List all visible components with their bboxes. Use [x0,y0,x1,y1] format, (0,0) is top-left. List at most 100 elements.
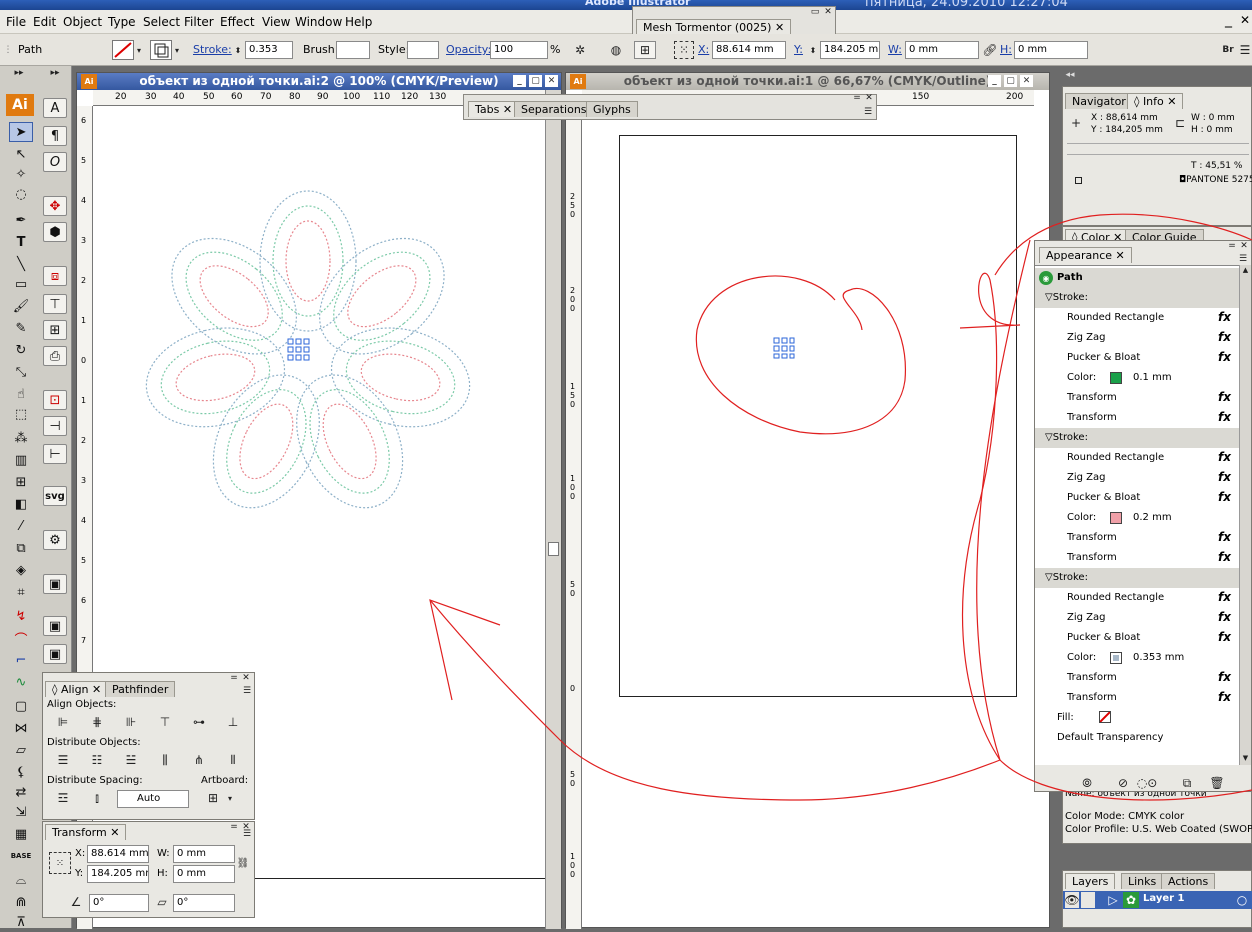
menu-filter[interactable]: Filter [184,15,214,29]
horizontal-spacing-icon[interactable]: ⫾ [87,789,107,807]
distribute-center-icon[interactable]: ☷ [87,751,107,769]
lasso-icon[interactable]: ◌ [9,184,33,204]
guide-tool-icon[interactable]: ⊤ [43,294,67,314]
opacity-label[interactable]: Opacity: [446,43,491,56]
grid-tool-icon[interactable]: ▦ [9,824,33,844]
panel-menu-icon[interactable]: ☰ [239,685,255,697]
gear-icon[interactable]: ⚙ [43,530,67,550]
tab-transform[interactable]: Transform ✕ [45,824,127,840]
envelope-tool-icon[interactable]: ⌓ [9,870,33,890]
stroke-color-swatch[interactable] [1110,512,1122,524]
minimize-icon[interactable]: _ [513,75,526,87]
fx-icon[interactable]: fx [1218,410,1231,424]
align-to-artboard-icon[interactable]: ⊞ [203,789,223,807]
distort-tool-icon[interactable]: ⋈ [9,718,33,738]
panel-menu-icon[interactable]: ☰ [1238,41,1252,59]
area-type-icon[interactable]: A [43,98,67,118]
close-icon[interactable]: ✕ [822,7,834,17]
reflect-tool-icon[interactable]: ⇄ [9,782,33,802]
collapse-triangle-icon[interactable]: ▽Stroke: [1045,292,1088,303]
pencil-icon[interactable]: ✎ [9,318,33,338]
marker-icon[interactable]: ⊡ [43,390,67,410]
minimize-icon[interactable]: = [229,822,239,832]
tab-links[interactable]: Links [1121,873,1164,889]
effect-row[interactable]: Rounded Rectangle fx [1035,308,1239,328]
warp-tool-icon[interactable]: ☝ [9,384,33,404]
reference-point-icon[interactable]: ⁙ [674,41,694,59]
tab-info[interactable]: ◊ Info ✕ [1127,93,1184,109]
effect-row[interactable]: Zig Zag fx [1035,608,1239,628]
fx-icon[interactable]: fx [1218,630,1231,644]
paragraph-icon[interactable]: ¶ [43,126,67,146]
blend-tool-icon[interactable]: ⧉ [9,538,33,558]
lock-toggle[interactable] [1081,892,1095,908]
crop-tool-icon[interactable]: ⌗ [9,582,33,602]
menu-file[interactable]: File [6,15,26,29]
w-field[interactable]: 0 mm [905,41,979,59]
minimize-icon[interactable]: = [1227,241,1237,251]
menu-object[interactable]: Object [63,15,102,29]
fx-icon[interactable]: fx [1218,330,1231,344]
effect-row[interactable]: Transform fx [1035,668,1239,688]
chevron-down-icon[interactable]: ▾ [134,42,144,58]
fx-icon[interactable]: fx [1218,310,1231,324]
effect-row[interactable]: Transform fx [1035,528,1239,548]
fx-icon[interactable]: fx [1218,490,1231,504]
effect-row[interactable]: Rounded Rectangle fx [1035,448,1239,468]
knife-tool-icon[interactable]: ⚸ [9,762,33,782]
stroke-color-swatch[interactable] [112,40,134,60]
close-icon[interactable]: ✕ [864,93,874,103]
h-label[interactable]: H: [1000,43,1012,56]
paintbrush-icon[interactable]: 🖌︎ [9,296,33,316]
spacing-dropdown[interactable]: Auto [117,790,189,808]
fx-icon[interactable]: fx [1218,470,1231,484]
mesh-tormentor-tab[interactable]: Mesh Tormentor (0025) ✕ [636,19,792,35]
insert-icon[interactable]: ⊣ [43,416,67,436]
stroke-color-swatch[interactable] [1110,652,1122,664]
wave-tool-icon[interactable]: ∿ [9,672,33,692]
fill-row[interactable]: Fill: [1035,708,1239,728]
stroke-row[interactable]: ▽Stroke: [1035,428,1239,448]
effect-row[interactable]: Transform fx [1035,548,1239,568]
scroll-up-icon[interactable]: ▲ [1240,265,1251,275]
gradient-tool-icon[interactable]: ◧ [9,494,33,514]
type-tool-icon[interactable]: T [9,232,33,252]
tab-separations[interactable]: Separations [514,101,594,117]
mesh-tool-icon[interactable]: ⊞ [9,472,33,492]
transform-h-field[interactable]: 0 mm [173,865,235,883]
close-button[interactable]: ✕ [1240,13,1250,27]
collapse-triangle-icon[interactable]: ▽Stroke: [1045,432,1088,443]
distribute-right-icon[interactable]: ⫴ [223,751,243,769]
menu-effect[interactable]: Effect [220,15,255,29]
effect-row[interactable]: Transform fx [1035,688,1239,708]
bridge-tool-icon[interactable]: ⋒ [9,892,33,912]
default-transparency-row[interactable]: Default Transparency [1035,728,1239,748]
opentype-icon[interactable]: O [43,152,67,172]
tab-glyphs[interactable]: Glyphs [586,101,638,117]
vertical-scrollbar[interactable] [545,90,561,929]
image-icon[interactable]: ▣ [43,574,67,594]
measure-tool-icon[interactable]: ⇲ [9,802,33,822]
align-left-icon[interactable]: ⊫ [53,713,73,731]
effect-row[interactable]: Zig Zag fx [1035,468,1239,488]
clear-appearance-icon[interactable]: ⊘ [1115,775,1131,791]
align-right-icon[interactable]: ⊪ [121,713,141,731]
svg-icon[interactable]: svg [43,486,67,506]
minimize-button[interactable]: _ [1225,12,1232,28]
maximize-icon[interactable]: ▢ [1004,75,1017,87]
style-dropdown[interactable] [407,41,439,59]
scale-box-icon[interactable]: ⧈ [43,266,67,286]
align-icon[interactable]: ⊞ [634,41,656,59]
chevron-down-icon[interactable]: ▾ [172,42,182,58]
rotate-angle-field[interactable]: 0° [89,894,149,912]
rotate-tool-icon[interactable]: ↻ [9,340,33,360]
close-icon[interactable]: ✕ [1239,241,1249,251]
rectangle-tool-icon[interactable]: ▭ [9,274,33,294]
pen-tool-icon[interactable]: ✒ [9,210,33,230]
reduce-basic-icon[interactable]: ◌⊙ [1135,775,1159,791]
symbol-sprayer-icon[interactable]: ⁂ [9,428,33,448]
close-icon[interactable]: ✕ [1020,75,1033,87]
transform-w-field[interactable]: 0 mm [173,845,235,863]
expand-triangle-icon[interactable]: ▷ [1107,892,1119,908]
fill-none-swatch[interactable] [1099,711,1111,723]
